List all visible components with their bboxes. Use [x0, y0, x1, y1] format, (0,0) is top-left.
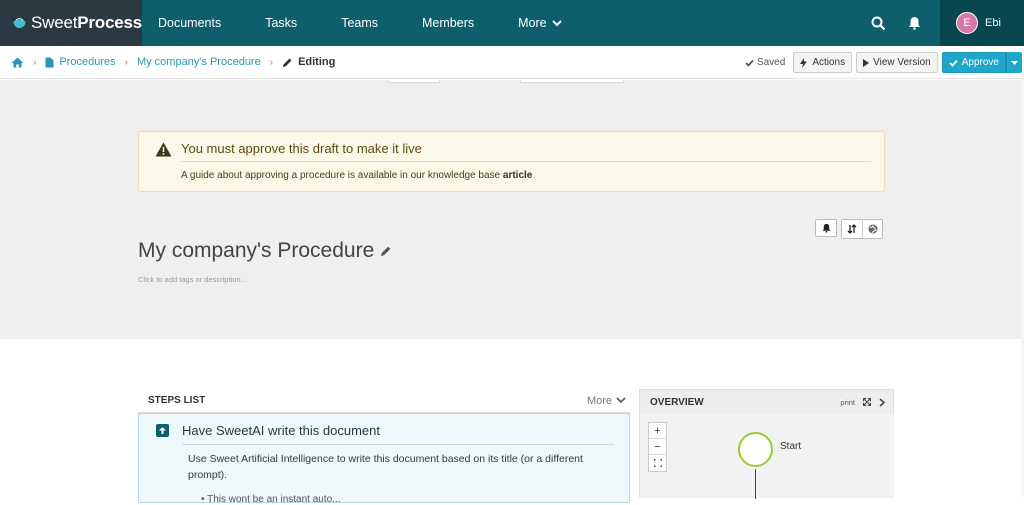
logo-icon [13, 18, 26, 28]
zoom-out-button[interactable]: − [649, 439, 666, 455]
approve-group: Approve [941, 52, 1022, 73]
nav-more-label: More [518, 16, 547, 30]
bell-icon [908, 17, 920, 30]
step-bullet: • This wont be an instant auto... [201, 494, 341, 505]
alert-body: A guide about approving a procedure is a… [181, 170, 533, 181]
check-icon [745, 59, 754, 67]
bolt-icon [800, 57, 808, 68]
steps-title: STEPS LIST [148, 395, 206, 406]
brand-logo[interactable]: SweetProcess [0, 0, 142, 46]
view-version-button[interactable]: View Version [856, 52, 938, 73]
caret-down-icon [1011, 60, 1018, 65]
alert-title: You must approve this draft to make it l… [181, 141, 422, 156]
fit-icon [653, 459, 662, 467]
chevron-down-icon [551, 20, 562, 27]
view-toggle-group [841, 219, 883, 239]
print-link[interactable]: print [840, 398, 855, 407]
pencil-icon[interactable] [380, 245, 392, 257]
overview-title: OVERVIEW [650, 396, 704, 408]
step-body: Use Sweet Artificial Intelligence to wri… [188, 453, 583, 481]
check-icon [949, 59, 958, 67]
approve-draft-alert: You must approve this draft to make it l… [138, 131, 885, 192]
sort-button[interactable] [842, 220, 862, 238]
tags-description-field[interactable]: Click to add tags or description... [138, 275, 247, 284]
step-divider [182, 444, 614, 445]
ghost-toolbar [385, 80, 625, 86]
notifications-button[interactable] [896, 0, 932, 46]
fit-button[interactable] [649, 455, 666, 471]
search-icon [871, 16, 885, 30]
approve-button[interactable]: Approve [941, 52, 1006, 73]
steps-header: STEPS LIST More [138, 389, 630, 413]
alert-divider [181, 161, 871, 162]
breadcrumb-separator: › [33, 56, 37, 68]
overview-header: OVERVIEW print [640, 390, 893, 414]
nav-teams[interactable]: Teams [319, 0, 400, 46]
zoom-in-button[interactable]: + [649, 423, 666, 439]
expand-icon[interactable] [863, 398, 871, 406]
start-label: Start [780, 441, 802, 452]
breadcrumb: › Procedures › My company's Procedure › … [0, 56, 335, 68]
brand-name: SweetProcess [30, 13, 142, 32]
actions-button[interactable]: Actions [793, 52, 853, 73]
saved-status: Saved [745, 57, 785, 68]
breadcrumb-procedure[interactable]: My company's Procedure [137, 56, 261, 68]
chevron-right-icon[interactable] [879, 397, 885, 407]
approve-dropdown-button[interactable] [1006, 52, 1022, 73]
file-icon [45, 57, 54, 67]
search-button[interactable] [860, 0, 896, 46]
avatar: E [956, 12, 978, 34]
globe-icon [868, 224, 877, 234]
breadcrumb-separator: › [124, 56, 128, 68]
overview-panel: OVERVIEW print + − Start [639, 389, 894, 499]
nav-members[interactable]: Members [400, 0, 496, 46]
step-item[interactable]: Have SweetAI write this document Use Swe… [138, 413, 630, 505]
play-icon [863, 58, 870, 67]
user-menu[interactable]: E Ebi [940, 0, 1024, 46]
nav-tasks[interactable]: Tasks [243, 0, 319, 46]
notify-button[interactable] [815, 219, 837, 237]
start-node[interactable] [738, 432, 773, 467]
globe-button[interactable] [862, 220, 882, 238]
breadcrumb-procedures[interactable]: Procedures [59, 56, 115, 68]
document-title: My company's Procedure [138, 239, 375, 262]
flow-connector [755, 469, 756, 499]
steps-more-button[interactable]: More [587, 395, 630, 407]
sort-icon [847, 224, 857, 234]
nav-documents[interactable]: Documents [142, 0, 243, 46]
article-link[interactable]: article [503, 170, 532, 181]
document-tools [815, 219, 883, 239]
up-arrow-icon [156, 424, 169, 437]
breadcrumb-bar: › Procedures › My company's Procedure › … [0, 46, 1024, 79]
home-icon[interactable] [11, 57, 24, 68]
overview-canvas[interactable]: + − Start [640, 414, 894, 499]
zoom-controls: + − [648, 422, 667, 472]
breadcrumb-current: Editing [298, 56, 336, 68]
document-header-area [0, 80, 1021, 339]
page-title[interactable]: My company's Procedure [138, 239, 392, 263]
nav-more[interactable]: More [496, 0, 583, 46]
pencil-icon [283, 58, 292, 67]
user-name: Ebi [985, 17, 1001, 29]
warning-icon [155, 142, 172, 157]
step-title: Have SweetAI write this document [182, 423, 380, 438]
chevron-down-icon [616, 397, 626, 404]
bell-icon [822, 223, 830, 233]
steps-list-panel: STEPS LIST More Have SweetAI write this … [138, 389, 630, 505]
breadcrumb-separator: › [269, 56, 274, 68]
top-navbar: SweetProcess Documents Tasks Teams Membe… [0, 0, 1024, 46]
